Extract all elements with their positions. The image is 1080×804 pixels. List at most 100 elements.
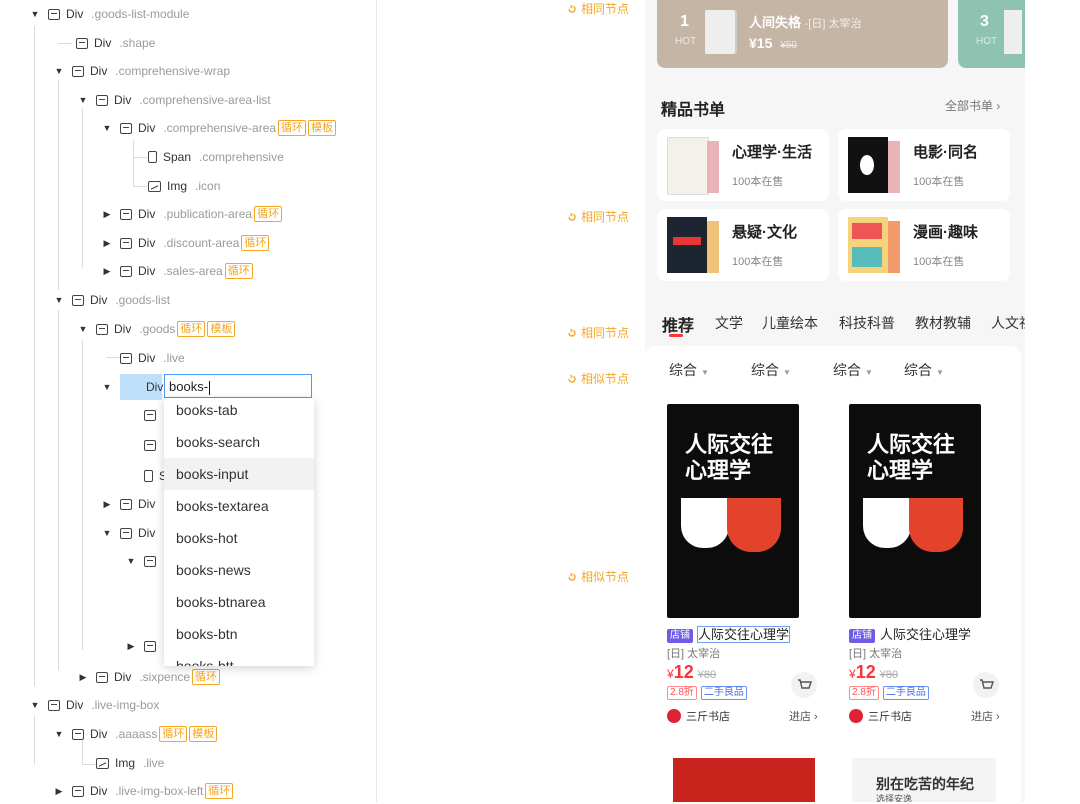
tree-node[interactable]: ▼Div.shape bbox=[58, 30, 155, 56]
suggestion-item[interactable]: books-hot bbox=[164, 522, 314, 554]
suggestion-dropdown: books-tab books-search books-input books-te… bbox=[164, 398, 314, 666]
tab-literature[interactable]: 文学 bbox=[715, 313, 743, 333]
hot-book-card[interactable]: 1 HOT 人间失格 -[日] 太宰治 ¥15 ¥50 bbox=[657, 0, 948, 68]
collapse-icon[interactable]: ▼ bbox=[102, 374, 112, 400]
suggestion-item[interactable]: books-search bbox=[164, 426, 314, 458]
tree-node[interactable]: ▼ Div .live-img-box bbox=[30, 692, 160, 718]
cart-icon[interactable] bbox=[973, 672, 999, 698]
product-card[interactable] bbox=[657, 748, 829, 802]
tree-node[interactable]: ▼Img.icon bbox=[130, 173, 220, 199]
tree-node[interactable]: ▼ Div .goods-list bbox=[54, 287, 171, 313]
rename-input[interactable]: books- bbox=[164, 374, 312, 398]
tree-node-type: Div bbox=[138, 526, 156, 540]
tree-node-class: .discount-area bbox=[163, 236, 240, 250]
tree-node[interactable]: ▼ Div .aaaass 循环 模板 bbox=[54, 721, 218, 747]
expand-icon[interactable]: ▶ bbox=[102, 201, 112, 227]
suggestion-item[interactable]: books-tab bbox=[164, 398, 314, 426]
tree-node-class: .live-img-box-left bbox=[115, 784, 204, 798]
element-node-icon bbox=[144, 640, 156, 652]
tree-node-type: Div bbox=[138, 207, 156, 221]
enter-store-link[interactable]: 进店 › bbox=[789, 708, 818, 724]
collapse-icon[interactable]: ▼ bbox=[78, 87, 88, 113]
element-node-icon bbox=[120, 265, 132, 277]
collapse-icon[interactable]: ▼ bbox=[30, 1, 40, 27]
tree-node[interactable]: ▼ Div .goods 循环 模板 bbox=[78, 316, 236, 342]
collapse-icon[interactable]: ▼ bbox=[30, 692, 40, 718]
tree-node[interactable]: ▶ Div .sixpence 循环 bbox=[78, 664, 221, 690]
collapse-icon[interactable]: ▼ bbox=[54, 721, 64, 747]
product-card[interactable]: 人际交往心理学 店铺 人际交往心理学 [日] 太宰治 ¥12 ¥80 2.8折 二手良… bbox=[645, 346, 821, 726]
tree-node-type: Div bbox=[114, 93, 132, 107]
all-booklists-link[interactable]: 全部书单 › bbox=[945, 97, 1000, 114]
booklist-card[interactable]: 心理学·生活 100本在售 bbox=[657, 129, 829, 201]
tree-node-type: Div bbox=[90, 727, 108, 741]
tree-node[interactable]: ▼Span.comprehensive bbox=[130, 144, 284, 170]
booklist-card[interactable]: 漫画·趣味 100本在售 bbox=[838, 209, 1010, 281]
booklist-card[interactable]: 悬疑·文化 100本在售 bbox=[657, 209, 829, 281]
node-tag: 循环 bbox=[278, 120, 307, 136]
link-icon bbox=[568, 572, 576, 581]
tab-humanities[interactable]: 人文社 bbox=[991, 313, 1025, 333]
tree-node[interactable]: ▼ Div .goods-list-module bbox=[30, 1, 190, 27]
expand-icon[interactable]: ▶ bbox=[54, 778, 64, 804]
tree-node[interactable]: ▼Div.live bbox=[102, 345, 185, 371]
tab-science[interactable]: 科技科普 bbox=[839, 313, 895, 333]
hot-book-card[interactable]: 3 HOT bbox=[958, 0, 1025, 68]
collapse-icon[interactable]: ▼ bbox=[102, 115, 112, 141]
book-cover-title: 人际交往心理学 bbox=[685, 432, 774, 484]
node-tag: 模板 bbox=[308, 120, 337, 136]
tree-node[interactable]: ▶ Div .sales-area 循环 bbox=[102, 258, 253, 284]
tree-node[interactable]: ▼ Div .comprehensive-area-list bbox=[78, 87, 271, 113]
expand-icon[interactable]: ▶ bbox=[102, 258, 112, 284]
tab-recommend[interactable]: 推荐 bbox=[662, 312, 694, 336]
element-node-icon bbox=[48, 8, 60, 20]
suggestion-item[interactable]: books-news bbox=[164, 554, 314, 586]
tree-node-class: .sales-area bbox=[163, 264, 223, 278]
expand-icon[interactable]: ▶ bbox=[78, 664, 88, 690]
booklist-card-count: 100本在售 bbox=[732, 256, 784, 268]
collapse-icon[interactable]: ▼ bbox=[54, 287, 64, 313]
tree-node-class: .live-img-box bbox=[91, 698, 160, 712]
suggestion-item[interactable]: books-textarea bbox=[164, 490, 314, 522]
expand-icon[interactable]: ▶ bbox=[102, 491, 112, 517]
element-node-icon bbox=[120, 498, 132, 510]
element-node-icon bbox=[48, 699, 60, 711]
product-price: ¥12 ¥80 bbox=[849, 662, 899, 682]
tree-node[interactable]: ▼ Div .comprehensive-area 循环 模板 bbox=[102, 115, 337, 141]
tree-node[interactable]: ▼ Div .comprehensive-wrap bbox=[54, 58, 231, 84]
tree-node[interactable]: ▼ Div bbox=[102, 520, 163, 546]
collapse-icon[interactable]: ▼ bbox=[54, 58, 64, 84]
suggestion-item[interactable]: books-btnarea bbox=[164, 586, 314, 618]
collapse-icon[interactable]: ▼ bbox=[78, 316, 88, 342]
tree-node[interactable]: ▶ Div bbox=[102, 491, 163, 517]
element-node-icon bbox=[96, 94, 108, 106]
image-node-icon bbox=[96, 757, 109, 769]
tree-node-type: Div bbox=[90, 64, 108, 78]
tab-children[interactable]: 儿童绘本 bbox=[762, 313, 818, 333]
tree-node[interactable]: ▼Img.live bbox=[78, 750, 164, 776]
tree-node-class: .comprehensive-area bbox=[163, 121, 277, 135]
cart-icon[interactable] bbox=[791, 672, 817, 698]
suggestion-item[interactable]: books-input bbox=[164, 458, 314, 490]
tree-node[interactable]: ▶ Div .discount-area 循环 bbox=[102, 230, 270, 256]
tab-textbook[interactable]: 教材教辅 bbox=[915, 313, 971, 333]
tree-node[interactable]: ▼ bbox=[126, 402, 162, 428]
collapse-icon[interactable]: ▼ bbox=[102, 520, 112, 546]
tree-node[interactable]: ▼ bbox=[126, 432, 162, 458]
collapse-icon[interactable]: ▼ bbox=[126, 548, 136, 574]
tree-node-class: .aaaass bbox=[115, 727, 158, 741]
product-card[interactable]: 人际交往心理学 店铺 人际交往心理学 [日] 太宰治 ¥12 ¥80 2.8折 二手良… bbox=[827, 346, 1003, 726]
enter-store-link[interactable]: 进店 › bbox=[971, 708, 1000, 724]
expand-icon[interactable]: ▶ bbox=[126, 633, 136, 659]
suggestion-item[interactable]: books-btn bbox=[164, 618, 314, 650]
expand-icon[interactable]: ▶ bbox=[102, 230, 112, 256]
tree-node[interactable]: ▶ bbox=[126, 633, 162, 659]
link-icon bbox=[568, 328, 576, 337]
tree-node[interactable]: ▶ Div .publication-area 循环 bbox=[102, 201, 283, 227]
tree-node[interactable]: ▼ bbox=[126, 548, 162, 574]
booklist-card-title: 漫画·趣味 bbox=[913, 224, 978, 241]
suggestion-item[interactable]: books-btt bbox=[164, 650, 314, 666]
tree-node[interactable]: ▶ Div .live-img-box-left 循环 bbox=[54, 778, 234, 804]
booklist-card[interactable]: 电影·同名 100本在售 bbox=[838, 129, 1010, 201]
product-card[interactable]: 别在吃苦的年纪 选择安逸 bbox=[838, 748, 1010, 802]
